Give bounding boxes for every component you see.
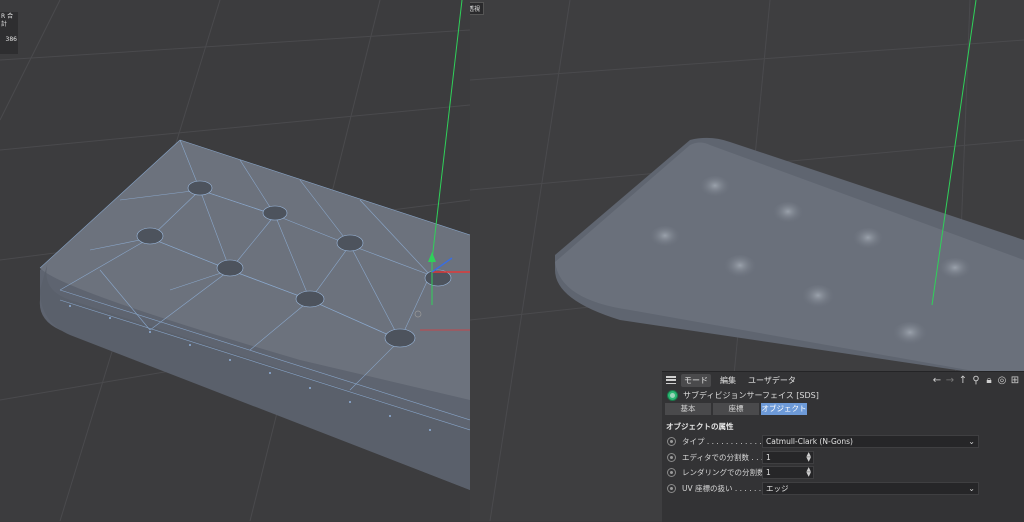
stats-label: R 合計 bbox=[1, 13, 14, 28]
menu-edit[interactable]: 編集 bbox=[717, 374, 739, 387]
tab-object[interactable]: オブジェクト bbox=[761, 403, 807, 415]
sds-object-icon bbox=[667, 389, 678, 401]
type-value: Catmull-Clark (N-Gons) bbox=[766, 437, 853, 447]
param-uv: UV 座標の扱い . . . . . . . エッジ ⌄ bbox=[662, 481, 1024, 497]
param-label: タイプ . . . . . . . . . . . . . bbox=[682, 437, 767, 447]
animate-radio[interactable] bbox=[667, 452, 676, 462]
hamburger-icon[interactable] bbox=[666, 376, 676, 384]
menu-user-data[interactable]: ユーザデータ bbox=[745, 374, 799, 387]
animate-radio[interactable] bbox=[667, 483, 676, 493]
nav-icons: ← → ↑ ⚲ 🔒︎ ◎ ⊞ bbox=[932, 375, 1024, 386]
uv-value: エッジ bbox=[766, 483, 789, 493]
attribute-tabs: 基本 座標 オブジェクト bbox=[662, 403, 1024, 417]
up-arrow-icon[interactable]: ↑ bbox=[958, 375, 968, 386]
uv-dropdown[interactable]: エッジ ⌄ bbox=[762, 481, 979, 495]
render-subdiv-field[interactable]: 1 ▲ ▼ bbox=[762, 466, 814, 480]
editor-subdiv-value: 1 bbox=[766, 452, 771, 462]
param-label: UV 座標の扱い . . . . . . . bbox=[682, 483, 766, 493]
lock-icon[interactable]: 🔒︎ bbox=[984, 375, 994, 386]
stepper-icon[interactable]: ▲ ▼ bbox=[806, 451, 811, 462]
forward-arrow-icon[interactable]: → bbox=[945, 375, 955, 386]
chevron-down-icon: ⌄ bbox=[968, 483, 975, 493]
tab-basic[interactable]: 基本 bbox=[665, 403, 711, 415]
tab-coord[interactable]: 座標 bbox=[713, 403, 759, 415]
object-header: サブディビジョンサーフェイス [SDS] bbox=[662, 388, 1024, 402]
animate-radio[interactable] bbox=[667, 468, 676, 478]
stats-overlay: R 合計 386 bbox=[0, 12, 18, 54]
chevron-down-icon: ⌄ bbox=[968, 437, 975, 447]
editor-subdiv-field[interactable]: 1 ▲ ▼ bbox=[762, 450, 814, 464]
menu-mode[interactable]: モード bbox=[681, 373, 711, 387]
param-render-subdiv: レンダリングでの分割数 1 ▲ ▼ bbox=[662, 465, 1024, 481]
target-icon[interactable]: ◎ bbox=[997, 375, 1007, 386]
viewport-left[interactable]: R 合計 386 bbox=[0, 0, 470, 521]
param-label: エディタでの分割数 . . . bbox=[682, 452, 764, 462]
stepper-icon[interactable]: ▲ ▼ bbox=[806, 467, 811, 478]
wireframe-mesh bbox=[0, 0, 470, 521]
new-panel-icon[interactable]: ⊞ bbox=[1010, 375, 1020, 386]
attribute-menubar: モード 編集 ユーザデータ ← → ↑ ⚲ 🔒︎ ◎ ⊞ bbox=[662, 372, 1024, 388]
type-dropdown[interactable]: Catmull-Clark (N-Gons) ⌄ bbox=[762, 435, 979, 449]
object-name: サブディビジョンサーフェイス [SDS] bbox=[683, 390, 819, 400]
back-arrow-icon[interactable]: ← bbox=[932, 375, 942, 386]
stats-value: 386 bbox=[5, 36, 17, 43]
param-label: レンダリングでの分割数 bbox=[682, 468, 765, 478]
section-title: オブジェクトの属性 bbox=[666, 422, 734, 431]
render-subdiv-value: 1 bbox=[766, 468, 771, 478]
search-icon[interactable]: ⚲ bbox=[971, 375, 981, 386]
attribute-manager: モード 編集 ユーザデータ ← → ↑ ⚲ 🔒︎ ◎ ⊞ サブディビジョンサーフ… bbox=[662, 371, 1024, 522]
param-type: タイプ . . . . . . . . . . . . . Catmull-Cl… bbox=[662, 434, 1024, 450]
param-editor-subdiv: エディタでの分割数 . . . 1 ▲ ▼ bbox=[662, 450, 1024, 466]
animate-radio[interactable] bbox=[667, 437, 676, 447]
viewport-mode-label[interactable]: 透視 bbox=[470, 2, 485, 15]
